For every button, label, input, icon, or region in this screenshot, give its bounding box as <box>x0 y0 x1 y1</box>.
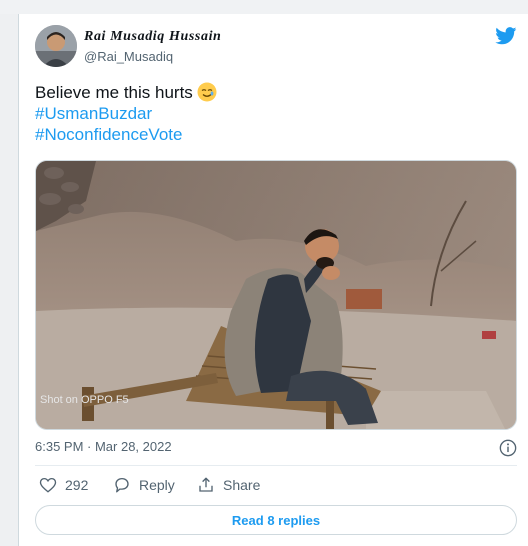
tweet-card: Rai Musadiq Hussain @Rai_Musadiq Believe… <box>18 14 528 546</box>
author-handle[interactable]: @Rai_Musadiq <box>84 49 173 64</box>
reply-label: Reply <box>139 477 175 493</box>
top-strip <box>0 0 528 14</box>
share-icon <box>199 477 213 492</box>
share-label: Share <box>223 477 261 493</box>
info-icon[interactable] <box>499 439 517 457</box>
media-watermark: Shot on OPPO F5 <box>40 394 129 406</box>
author-name[interactable]: Rai Musadiq Hussain <box>84 29 221 45</box>
hashtag-noconfidencevote[interactable]: #NoconfidenceVote <box>35 124 217 145</box>
tweet-body: Believe me this hurts <box>35 83 193 102</box>
heart-icon <box>39 477 57 493</box>
avatar-photo <box>35 25 77 67</box>
avatar[interactable] <box>35 25 77 67</box>
reply-icon <box>115 477 129 493</box>
tweet-timestamp[interactable]: 6:35 PM · Mar 28, 2022 <box>35 439 172 454</box>
smiling-face-with-tear-emoji <box>197 82 217 102</box>
like-count: 292 <box>65 477 89 493</box>
tweet-text-line: Believe me this hurts <box>35 82 217 103</box>
divider <box>35 465 517 466</box>
twitter-bird-icon[interactable] <box>495 27 517 45</box>
tweet-text: Believe me this hurts #UsmanBuzdar #Noco… <box>35 82 217 145</box>
read-replies-button[interactable]: Read 8 replies <box>35 505 517 535</box>
reply-button[interactable]: Reply <box>113 476 175 494</box>
share-button[interactable]: Share <box>197 476 260 494</box>
like-button[interactable]: 292 <box>39 476 88 494</box>
hashtag-usmanbuzdar[interactable]: #UsmanBuzdar <box>35 103 217 124</box>
tweet-media-image[interactable]: Shot on OPPO F5 <box>35 160 517 430</box>
media-photo: Shot on OPPO F5 <box>36 161 516 429</box>
